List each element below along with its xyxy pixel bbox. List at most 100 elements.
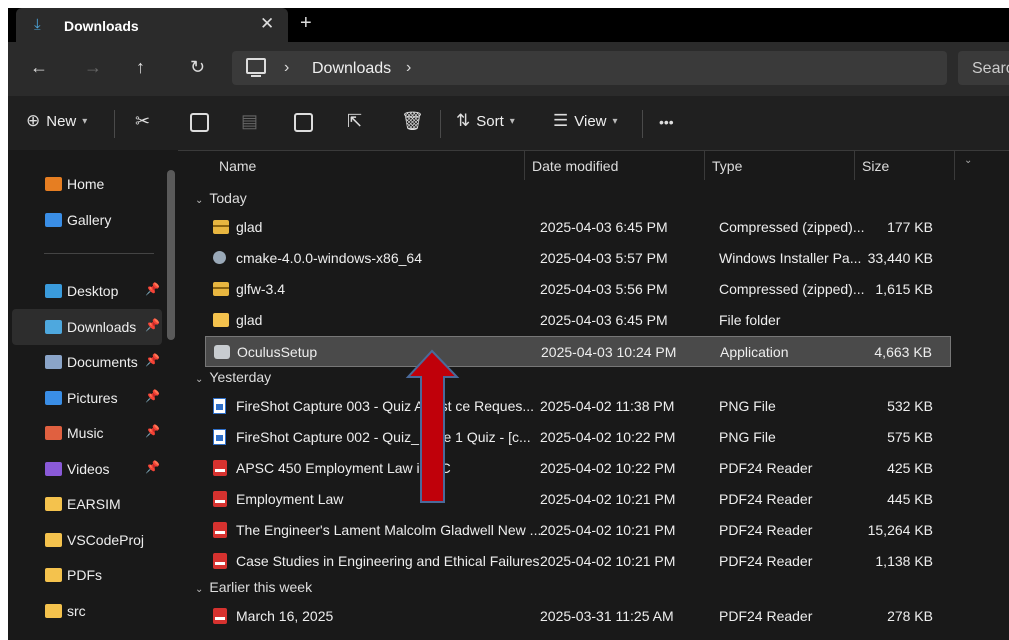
sort-icon: ⇅ — [456, 111, 471, 130]
file-name: OculusSetup — [237, 344, 318, 360]
pin-icon[interactable]: 📌 — [145, 318, 160, 332]
column-header-size[interactable]: Size — [862, 158, 889, 174]
chevron-down-icon: ⌄ — [195, 195, 204, 206]
column-divider[interactable] — [704, 150, 705, 180]
plus-circle-icon: ⊕ — [26, 111, 41, 130]
file-row[interactable]: glfw-3.4 2025-04-03 5:56 PM Compressed (zi… — [205, 274, 951, 305]
breadcrumb-downloads[interactable]: Downloads — [312, 60, 391, 78]
sidebar-item-music[interactable]: Music 📌 — [12, 415, 162, 451]
file-type: File folder — [719, 312, 781, 328]
downloads-icon — [45, 320, 62, 334]
forward-button[interactable]: → — [84, 57, 102, 78]
up-button[interactable]: ↑ — [136, 57, 145, 78]
sidebar-item-gallery[interactable]: Gallery — [12, 202, 162, 238]
sidebar-item-videos[interactable]: Videos 📌 — [12, 451, 162, 487]
search-box[interactable]: Search — [958, 51, 1009, 85]
zip-file-icon — [213, 220, 229, 234]
delete-icon[interactable]: 🗑 — [401, 111, 424, 132]
pin-icon[interactable]: 📌 — [145, 282, 160, 296]
more-options-button[interactable]: ••• — [659, 114, 674, 130]
column-header-date[interactable]: Date modified ⌄ — [532, 155, 972, 174]
divider — [642, 110, 643, 138]
file-date: 2025-04-02 10:21 PM — [540, 553, 676, 569]
sidebar-item-earsim[interactable]: EARSIM — [12, 486, 162, 522]
file-row[interactable]: Case Studies in Engineering and Ethical … — [205, 546, 951, 577]
this-pc-icon[interactable] — [246, 58, 266, 77]
view-button[interactable]: ☰ View ▾ — [553, 111, 618, 131]
file-list: Name Date modified ⌄ Type Size ⌄ Today glad… — [183, 150, 1009, 640]
tab-downloads[interactable]: ⤓ Downloads ✕ — [16, 8, 288, 42]
paste-icon[interactable]: ▤ — [241, 111, 258, 132]
file-row[interactable]: FireShot Capture 003 - Quiz Assist ce Re… — [205, 391, 951, 422]
sidebar-item-home[interactable]: Home — [12, 166, 162, 202]
file-row[interactable]: cmake-4.0.0-windows-x86_64 2025-04-03 5:5… — [205, 243, 951, 274]
refresh-button[interactable]: ↻ — [190, 57, 205, 78]
copy-icon[interactable] — [190, 113, 209, 132]
file-row[interactable]: March 16, 2025 2025-03-31 11:25 AM PDF24 R… — [205, 601, 951, 632]
file-row[interactable]: glad 2025-04-03 6:45 PM File folder — [205, 305, 951, 336]
sidebar-item-desktop[interactable]: Desktop 📌 — [12, 273, 162, 309]
pdf-file-icon — [213, 491, 227, 507]
column-divider[interactable] — [854, 150, 855, 180]
chevron-down-icon: ⌄ — [195, 584, 204, 595]
chevron-right-icon[interactable]: › — [406, 59, 411, 77]
column-header-type[interactable]: Type — [712, 158, 742, 174]
column-divider[interactable] — [954, 150, 955, 180]
sidebar-item-label: Desktop — [67, 283, 119, 299]
group-header[interactable]: ⌄ Yesterday — [195, 369, 271, 385]
sidebar-item-documents[interactable]: Documents 📌 — [12, 344, 162, 380]
cut-icon[interactable]: ✂ — [135, 111, 150, 132]
file-row[interactable]: FireShot Capture 002 - Quiz_ Wee 1 Quiz … — [205, 422, 951, 453]
group-label: Yesterday — [209, 369, 272, 385]
group-header[interactable]: ⌄ Earlier this week — [195, 579, 312, 595]
sidebar-item-label: Downloads — [67, 319, 137, 335]
sort-button[interactable]: ⇅ Sort ▾ — [456, 111, 515, 131]
chevron-right-icon[interactable]: › — [284, 59, 289, 77]
file-size: 15,264 KB — [867, 522, 933, 538]
rename-icon[interactable] — [294, 113, 313, 132]
sidebar-item-vscodeproj[interactable]: VSCodeProj — [12, 522, 162, 558]
file-row[interactable]: glad 2025-04-03 6:45 PM Compressed (zipped… — [205, 212, 951, 243]
file-size: 278 KB — [887, 608, 933, 624]
file-date: 2025-04-03 6:45 PM — [540, 312, 668, 328]
file-name: FireShot Capture 002 - Quiz_ Wee 1 Quiz … — [236, 429, 531, 445]
file-row[interactable]: OculusSetup 2025-04-03 10:24 PM Applicatio… — [205, 336, 951, 367]
sidebar-item-pdfs[interactable]: PDFs — [12, 557, 162, 593]
group-header[interactable]: ⌄ Today — [195, 190, 247, 206]
new-label: New — [46, 112, 77, 130]
sidebar-item-label: VSCodeProj — [67, 532, 145, 548]
view-icon: ☰ — [553, 111, 569, 130]
sidebar-item-downloads[interactable]: Downloads 📌 — [12, 309, 162, 345]
chevron-down-icon: ▾ — [82, 115, 88, 127]
file-row[interactable]: APSC 450 Employment Law in BC 2025-04-02 … — [205, 453, 951, 484]
desktop-icon — [45, 284, 62, 298]
pin-icon[interactable]: 📌 — [145, 424, 160, 438]
new-button[interactable]: ⊕ New ▾ — [26, 111, 87, 131]
file-type: Windows Installer Pa... — [719, 250, 862, 266]
sidebar-scrollbar[interactable] — [167, 170, 175, 340]
file-row[interactable]: The Engineer's Lament Malcolm Gladwell N… — [205, 515, 951, 546]
file-date: 2025-04-03 6:45 PM — [540, 219, 668, 235]
close-tab-button[interactable]: ✕ — [260, 14, 274, 34]
share-icon[interactable]: ⇱ — [347, 111, 362, 132]
file-type: PDF24 Reader — [719, 608, 813, 624]
folder-file-icon — [213, 313, 229, 327]
back-button[interactable]: ← — [30, 57, 48, 78]
new-tab-button[interactable]: + — [300, 12, 312, 35]
divider — [44, 253, 154, 254]
address-bar[interactable]: › Downloads › — [232, 51, 947, 85]
sidebar-item-pictures[interactable]: Pictures 📌 — [12, 380, 162, 416]
file-row[interactable]: Employment Law 2025-04-02 10:21 PM PDF24 R… — [205, 484, 951, 515]
pin-icon[interactable]: 📌 — [145, 353, 160, 367]
home-icon — [45, 177, 62, 191]
column-divider[interactable] — [524, 150, 525, 180]
column-header-name[interactable]: Name — [219, 158, 256, 174]
pdf-file-icon — [213, 553, 227, 569]
search-placeholder: Search — [972, 60, 1009, 77]
sidebar-item-label: Music — [67, 425, 104, 441]
sidebar-item-src[interactable]: src — [12, 593, 162, 629]
app-file-icon — [214, 345, 230, 359]
file-name: Employment Law — [236, 491, 344, 507]
pin-icon[interactable]: 📌 — [145, 389, 160, 403]
pin-icon[interactable]: 📌 — [145, 460, 160, 474]
